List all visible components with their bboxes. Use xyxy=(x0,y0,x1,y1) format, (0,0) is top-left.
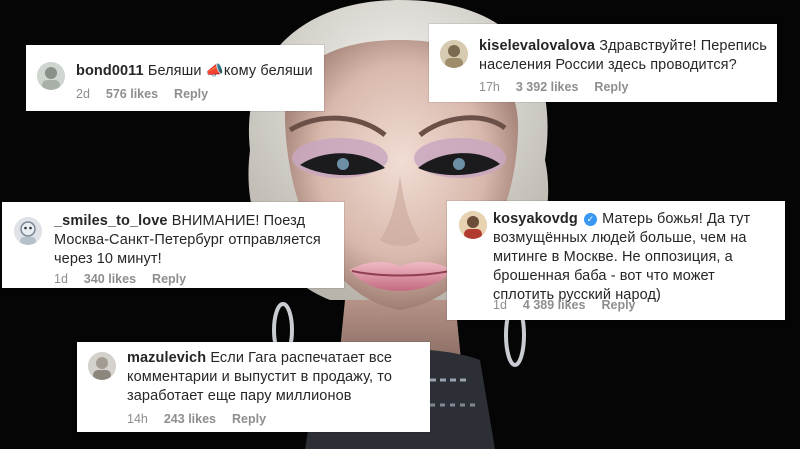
comment-age: 2d xyxy=(76,87,90,101)
comment-card: bond0011 Беляши 📣кому беляши 2d 576 likes… xyxy=(26,45,324,111)
comment-content: mazulevich Если Гага распечатает все ком… xyxy=(127,349,424,406)
likes-count[interactable]: 340 likes xyxy=(84,272,136,286)
verified-badge-icon: ✓ xyxy=(583,213,597,226)
avatar[interactable] xyxy=(14,217,42,245)
comment-age: 1d xyxy=(54,272,68,286)
comment-age: 14h xyxy=(127,412,148,426)
reply-button[interactable]: Reply xyxy=(232,412,266,426)
comment-meta: 14h 243 likes Reply xyxy=(127,412,266,426)
username-link[interactable]: kosyakovdg xyxy=(493,211,578,227)
reply-button[interactable]: Reply xyxy=(152,272,186,286)
comment-card: mazulevich Если Гага распечатает все ком… xyxy=(77,342,430,432)
avatar[interactable] xyxy=(459,211,487,239)
comment-age: 1d xyxy=(493,298,507,312)
avatar-image-icon xyxy=(459,211,487,239)
avatar-image-icon xyxy=(88,352,116,380)
comment-meta: 17h 3 392 likes Reply xyxy=(479,80,628,94)
avatar[interactable] xyxy=(440,40,468,68)
comment-card: kiselevalovalova Здравствуйте! Перепись … xyxy=(429,24,777,102)
comment-text: Беляши 📣кому беляши xyxy=(147,63,313,79)
likes-count[interactable]: 4 389 likes xyxy=(523,298,586,312)
comment-card: kosyakovdg ✓ Матерь божья! Да тут возмущ… xyxy=(447,201,785,320)
comment-meta: 1d 340 likes Reply xyxy=(54,272,186,286)
comment-card: _smiles_to_love ВНИМАНИЕ! Поезд Москва-С… xyxy=(2,202,344,288)
reply-button[interactable]: Reply xyxy=(174,87,208,101)
likes-count[interactable]: 576 likes xyxy=(106,87,158,101)
comment-content: kiselevalovalova Здравствуйте! Перепись … xyxy=(479,37,769,75)
username-link[interactable]: mazulevich xyxy=(127,350,206,366)
avatar[interactable] xyxy=(37,62,65,90)
comment-age: 17h xyxy=(479,80,500,94)
comment-content: _smiles_to_love ВНИМАНИЕ! Поезд Москва-С… xyxy=(54,212,338,269)
avatar-image-icon xyxy=(37,62,65,90)
reply-button[interactable]: Reply xyxy=(594,80,628,94)
avatar[interactable] xyxy=(88,352,116,380)
avatar-image-icon xyxy=(14,217,42,245)
avatar-image-icon xyxy=(440,40,468,68)
likes-count[interactable]: 3 392 likes xyxy=(516,80,579,94)
likes-count[interactable]: 243 likes xyxy=(164,412,216,426)
comment-meta: 2d 576 likes Reply xyxy=(76,87,208,101)
username-link[interactable]: _smiles_to_love xyxy=(54,213,168,229)
comment-meta: 1d 4 389 likes Reply xyxy=(493,298,636,312)
comment-content: kosyakovdg ✓ Матерь божья! Да тут возмущ… xyxy=(493,210,777,305)
reply-button[interactable]: Reply xyxy=(601,298,635,312)
comment-content: bond0011 Беляши 📣кому беляши xyxy=(76,62,316,81)
username-link[interactable]: bond0011 xyxy=(76,63,144,79)
username-link[interactable]: kiselevalovalova xyxy=(479,38,595,54)
